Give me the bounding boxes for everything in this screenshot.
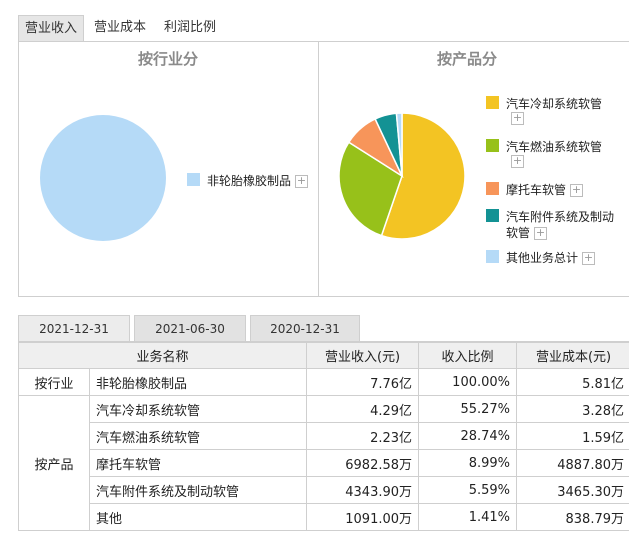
table-row: 按行业 非轮胎橡胶制品 7.76亿 100.00% 5.81亿: [18, 368, 629, 396]
panel-divider: [318, 42, 319, 297]
business-name: 汽车冷却系统软管: [88, 395, 308, 423]
date-tab-2021-06-30[interactable]: 2021-06-30: [134, 315, 246, 341]
legend-swatch-non-tire-rubber: [187, 173, 200, 186]
ratio-cell: 1.41%: [418, 503, 518, 531]
revenue-cell: 4343.90万: [306, 476, 420, 504]
legend-item-accessory-brake-hose[interactable]: 汽车附件系统及制动: [506, 208, 614, 225]
cost-cell: 3.28亿: [516, 395, 629, 423]
legend-swatch-fuel-hose: [486, 139, 499, 152]
ratio-cell: 55.27%: [418, 395, 518, 423]
revenue-cell: 1091.00万: [306, 503, 420, 531]
tab-profit-ratio[interactable]: 利润比例: [158, 15, 222, 41]
table-row: 汽车附件系统及制动软管 4343.90万 5.59% 3465.30万: [19, 476, 629, 504]
date-tab-2020-12-31[interactable]: 2020-12-31: [250, 315, 360, 341]
legend-label: 软管: [506, 226, 531, 240]
top-tab-bar: 营业收入 营业成本 利润比例: [0, 0, 629, 42]
header-revenue-ratio: 收入比例: [418, 342, 518, 369]
legend-swatch-other: [486, 250, 499, 263]
date-tab-2021-12-31[interactable]: 2021-12-31: [18, 315, 130, 341]
table-row: 摩托车软管 6982.58万 8.99% 4887.80万: [19, 449, 629, 477]
header-cost: 营业成本(元): [516, 342, 629, 369]
category-product: 按产品: [18, 395, 90, 531]
business-name: 摩托车软管: [88, 449, 308, 477]
table-row: 其他 1091.00万 1.41% 838.79万: [19, 503, 629, 531]
legend-swatch-motorcycle-hose: [486, 182, 499, 195]
ratio-cell: 8.99%: [418, 449, 518, 477]
tab-cost[interactable]: 营业成本: [88, 15, 152, 41]
legend-item-motorcycle-hose[interactable]: 摩托车软管 +: [506, 181, 584, 198]
table-row: 按产品 汽车冷却系统软管 4.29亿 55.27% 3.28亿: [18, 395, 629, 531]
revenue-cell: 4.29亿: [306, 395, 420, 423]
cost-cell: 5.81亿: [516, 368, 629, 396]
header-revenue: 营业收入(元): [306, 342, 420, 369]
product-pie-chart: [338, 112, 466, 240]
category-industry: 按行业: [18, 368, 90, 396]
legend-swatch-cooling-hose: [486, 96, 499, 109]
business-name: 其他: [88, 503, 308, 531]
expand-plus-icon[interactable]: +: [582, 252, 596, 265]
expand-plus-icon[interactable]: +: [570, 184, 584, 197]
ratio-cell: 100.00%: [418, 368, 518, 396]
ratio-cell: 28.74%: [418, 422, 518, 450]
product-panel-title: 按产品分: [437, 50, 498, 68]
tab-revenue[interactable]: 营业收入: [18, 15, 84, 42]
expand-plus-icon[interactable]: +: [534, 227, 548, 240]
pie-slice-1[interactable]: [40, 115, 166, 241]
legend-item-accessory-brake-hose-line2[interactable]: 软管 +: [506, 224, 548, 241]
revenue-cell: 6982.58万: [306, 449, 420, 477]
revenue-cell: 2.23亿: [306, 422, 420, 450]
expand-plus-icon[interactable]: +: [511, 155, 524, 168]
business-name: 汽车附件系统及制动软管: [88, 476, 308, 504]
industry-pie-chart: [40, 115, 166, 241]
legend-item-other[interactable]: 其他业务总计 +: [506, 249, 596, 266]
legend-item-cooling-hose[interactable]: 汽车冷却系统软管: [506, 95, 602, 112]
legend-item-fuel-hose[interactable]: 汽车燃油系统软管: [506, 138, 602, 155]
cost-cell: 838.79万: [516, 503, 629, 531]
business-name: 汽车燃油系统软管: [88, 422, 308, 450]
industry-panel-title: 按行业分: [138, 50, 199, 68]
table-row: 汽车燃油系统软管 2.23亿 28.74% 1.59亿: [19, 422, 629, 450]
ratio-cell: 5.59%: [418, 476, 518, 504]
legend-label: 其他业务总计: [506, 251, 579, 265]
cost-cell: 3465.30万: [516, 476, 629, 504]
cost-cell: 1.59亿: [516, 422, 629, 450]
expand-plus-icon[interactable]: +: [295, 175, 309, 188]
legend-swatch-accessory-brake-hose: [486, 209, 499, 222]
legend-item-non-tire-rubber[interactable]: 非轮胎橡胶制品 +: [207, 172, 309, 189]
revenue-cell: 7.76亿: [306, 368, 420, 396]
business-table: 业务名称 营业收入(元) 收入比例 营业成本(元) 按行业 非轮胎橡胶制品 7.…: [17, 342, 629, 531]
legend-label: 摩托车软管: [506, 183, 567, 197]
business-name: 非轮胎橡胶制品: [88, 368, 308, 396]
header-business-name: 业务名称: [17, 342, 308, 369]
cost-cell: 4887.80万: [516, 449, 629, 477]
expand-plus-icon[interactable]: +: [511, 112, 524, 125]
table-header-row: 业务名称 营业收入(元) 收入比例 营业成本(元): [17, 342, 629, 369]
legend-label: 非轮胎橡胶制品: [207, 174, 292, 188]
